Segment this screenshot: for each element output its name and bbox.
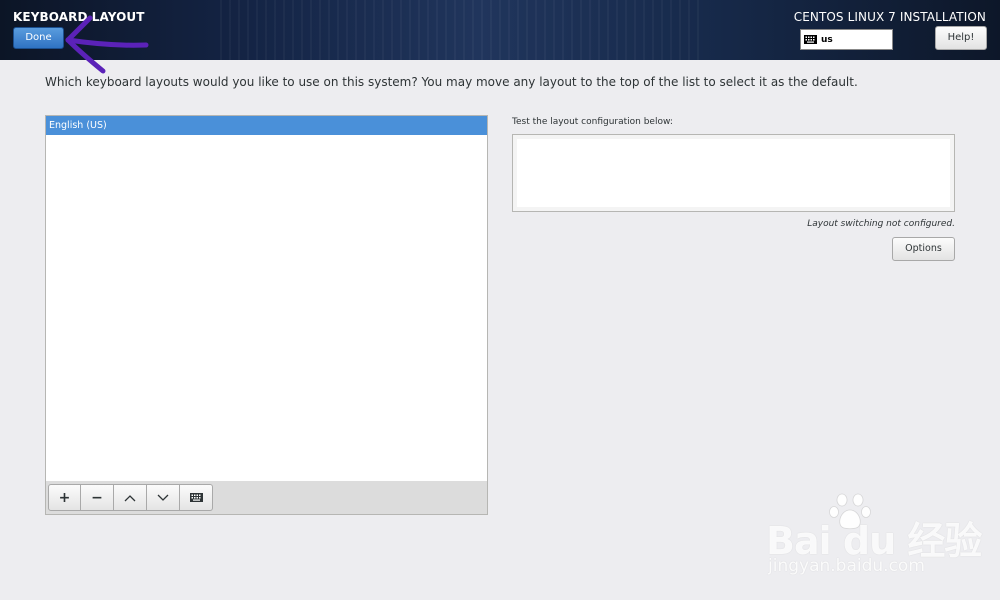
list-item[interactable]: English (US): [46, 116, 487, 135]
minus-icon: −: [91, 489, 103, 506]
plus-icon: +: [58, 489, 71, 506]
keyboard-icon: [189, 493, 203, 502]
move-up-button[interactable]: [114, 484, 147, 511]
layout-switching-note: Layout switching not configured.: [807, 219, 955, 229]
layout-list-toolbar: + −: [45, 481, 488, 515]
chevron-up-icon: [124, 494, 136, 501]
remove-layout-button[interactable]: −: [81, 484, 114, 511]
header-bar: KEYBOARD LAYOUT Done CENTOS LINUX 7 INST…: [0, 0, 1000, 60]
keyboard-icon: [804, 35, 817, 44]
move-down-button[interactable]: [147, 484, 180, 511]
layout-indicator[interactable]: us: [800, 29, 893, 50]
preview-layout-button[interactable]: [180, 484, 213, 511]
product-title: CENTOS LINUX 7 INSTALLATION: [793, 10, 986, 24]
add-layout-button[interactable]: +: [48, 484, 81, 511]
test-layout-label: Test the layout configuration below:: [512, 117, 673, 127]
options-button[interactable]: Options: [892, 237, 955, 261]
watermark-url: jingyan.baidu.com: [768, 556, 925, 576]
test-layout-input[interactable]: [512, 134, 955, 212]
done-button[interactable]: Done: [13, 27, 64, 49]
help-button[interactable]: Help!: [935, 26, 987, 50]
intro-text: Which keyboard layouts would you like to…: [45, 75, 858, 89]
layout-list[interactable]: English (US): [45, 115, 488, 482]
page-title: KEYBOARD LAYOUT: [13, 10, 145, 24]
layout-code: us: [821, 34, 833, 45]
chevron-down-icon: [157, 494, 169, 501]
